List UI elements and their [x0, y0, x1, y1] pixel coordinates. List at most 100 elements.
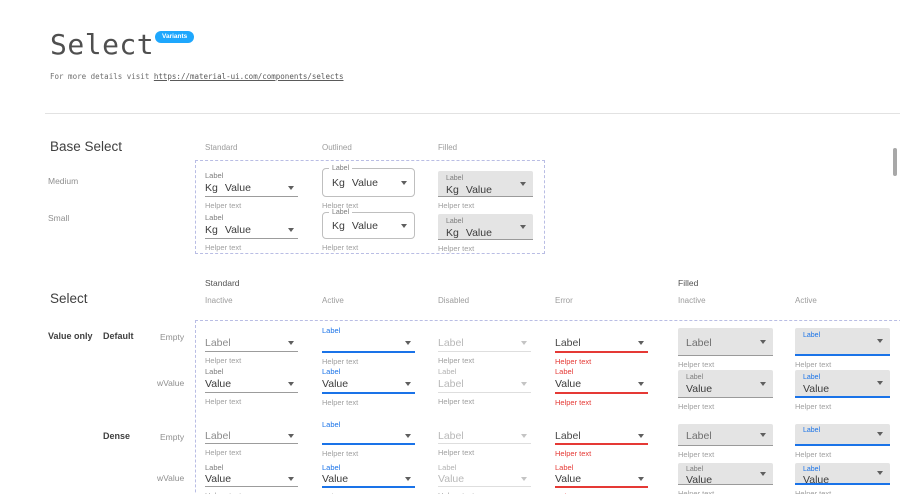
- select-trigger[interactable]: Label Value: [678, 463, 773, 485]
- select-trigger[interactable]: Value: [205, 376, 298, 393]
- select-label: Label: [322, 420, 415, 428]
- select-label: Label: [205, 463, 298, 471]
- select-trigger[interactable]: Label: [555, 335, 648, 353]
- select-placeholder: Label: [555, 430, 581, 442]
- select-dense-standard-inactive-empty: Label Helper text: [205, 420, 298, 457]
- helper-text: Helper text: [205, 243, 298, 252]
- select-trigger[interactable]: Value: [322, 376, 415, 394]
- helper-text: Helper text: [322, 357, 415, 366]
- column-standard-error: Error: [555, 296, 573, 305]
- base-select-standard-medium: Label KgValue Helper text: [205, 170, 298, 210]
- select-label: Label: [686, 337, 712, 349]
- select-standard-inactive-empty: Label Helper text: [205, 325, 298, 365]
- helper-text: Helper text: [438, 397, 531, 406]
- helper-text: Helper text: [555, 398, 648, 407]
- select-label: Label: [555, 366, 648, 376]
- select-trigger[interactable]: Value: [205, 471, 298, 487]
- select-label: Label: [803, 426, 882, 435]
- select-trigger[interactable]: Label KgValue: [438, 214, 533, 240]
- select-standard-inactive-wvalue: Label Value Helper text: [205, 366, 298, 406]
- select-label: Label: [329, 208, 352, 217]
- select-trigger[interactable]: [322, 335, 415, 353]
- select-trigger[interactable]: Label: [678, 328, 773, 356]
- select-filled-inactive-empty: Label Helper text: [678, 328, 773, 369]
- scrollbar-thumb[interactable]: [893, 148, 897, 176]
- select-label: Label: [686, 373, 765, 382]
- variant-dense: Dense: [103, 431, 130, 441]
- select-trigger[interactable]: Label: [678, 424, 773, 446]
- helper-text: Helper text: [205, 356, 298, 365]
- select-trigger[interactable]: Value: [555, 376, 648, 394]
- select-trigger[interactable]: Value: [555, 471, 648, 488]
- row-group-value-only: Value only: [48, 331, 93, 341]
- select-trigger[interactable]: Label KgValue: [322, 212, 415, 239]
- row-default-wvalue: wValue: [157, 378, 184, 388]
- select-trigger[interactable]: Label KgValue: [438, 171, 533, 197]
- helper-text: Helper text: [438, 448, 531, 457]
- label-slot: [205, 420, 298, 428]
- helper-text: Helper text: [322, 243, 415, 252]
- dropdown-arrow-icon: [877, 381, 883, 385]
- select-value: Value: [803, 474, 882, 486]
- select-label: Label: [803, 373, 882, 382]
- subtitle: For more details visit https://material-…: [50, 72, 344, 81]
- select-trigger: Value: [438, 471, 531, 487]
- select-trigger[interactable]: Label: [795, 424, 890, 446]
- group-standard: Standard: [205, 278, 240, 288]
- select-trigger[interactable]: Label Value: [795, 370, 890, 398]
- dropdown-arrow-icon: [401, 181, 407, 185]
- dropdown-arrow-icon: [288, 434, 294, 438]
- select-trigger[interactable]: Label: [205, 335, 298, 352]
- dropdown-arrow-icon: [405, 382, 411, 386]
- base-column-standard: Standard: [205, 143, 237, 152]
- select-dense-filled-inactive-wvalue: Label Value Helper text: [678, 463, 773, 494]
- dropdown-arrow-icon: [760, 433, 766, 437]
- select-trigger[interactable]: Label KgValue: [322, 168, 415, 197]
- select-placeholder: Label: [438, 337, 464, 349]
- select-trigger[interactable]: Label: [555, 428, 648, 445]
- select-standard-disabled-empty: Label Helper text: [438, 325, 531, 365]
- dropdown-arrow-icon: [288, 382, 294, 386]
- select-variants-page: Select Variants For more details visit h…: [0, 0, 900, 494]
- select-trigger[interactable]: Label Value: [795, 463, 890, 485]
- helper-text: Helper text: [678, 360, 773, 369]
- helper-text: Helper text: [795, 402, 890, 411]
- helper-text: Helper text: [795, 489, 890, 494]
- select-label: Label: [205, 170, 298, 180]
- dropdown-arrow-icon: [877, 339, 883, 343]
- select-dense-standard-error-empty: Label Helper text: [555, 420, 648, 458]
- base-column-filled: Filled: [438, 143, 457, 152]
- select-value: KgValue: [446, 227, 525, 240]
- select-dense-standard-disabled-wvalue: Label Value Helper text: [438, 463, 531, 494]
- page-title: Select: [50, 28, 154, 61]
- helper-text: Helper text: [795, 360, 890, 369]
- select-trigger[interactable]: Value: [322, 471, 415, 488]
- select-trigger[interactable]: KgValue: [205, 222, 298, 239]
- select-trigger: Label: [438, 335, 531, 352]
- select-value: Label: [438, 378, 464, 390]
- material-ui-link[interactable]: https://material-ui.com/components/selec…: [154, 72, 344, 81]
- dropdown-arrow-icon: [520, 225, 526, 229]
- base-row-small: Small: [48, 213, 69, 223]
- dropdown-arrow-icon: [521, 477, 527, 481]
- select-trigger[interactable]: [322, 428, 415, 445]
- select-dense-standard-active-wvalue: Label Value Helper text: [322, 463, 415, 494]
- helper-text: Helper text: [205, 448, 298, 457]
- select-trigger[interactable]: Label: [205, 428, 298, 444]
- select-label: Label: [803, 331, 882, 340]
- select-trigger[interactable]: Label Value: [678, 370, 773, 398]
- helper-text: Helper text: [205, 397, 298, 406]
- select-label: Label: [446, 174, 525, 183]
- select-trigger[interactable]: KgValue: [205, 180, 298, 197]
- select-placeholder: Label: [438, 430, 464, 442]
- base-column-outlined: Outlined: [322, 143, 352, 152]
- dropdown-arrow-icon: [638, 382, 644, 386]
- select-label: Label: [438, 366, 531, 376]
- helper-text: Helper text: [322, 449, 415, 458]
- select-label: Label: [205, 366, 298, 376]
- select-dense-standard-error-wvalue: Label Value Helper text: [555, 463, 648, 494]
- select-trigger[interactable]: Label: [795, 328, 890, 356]
- helper-text: Helper text: [678, 402, 773, 411]
- select-dense-filled-inactive-empty: Label Helper text: [678, 424, 773, 459]
- select-label: Label: [322, 325, 415, 335]
